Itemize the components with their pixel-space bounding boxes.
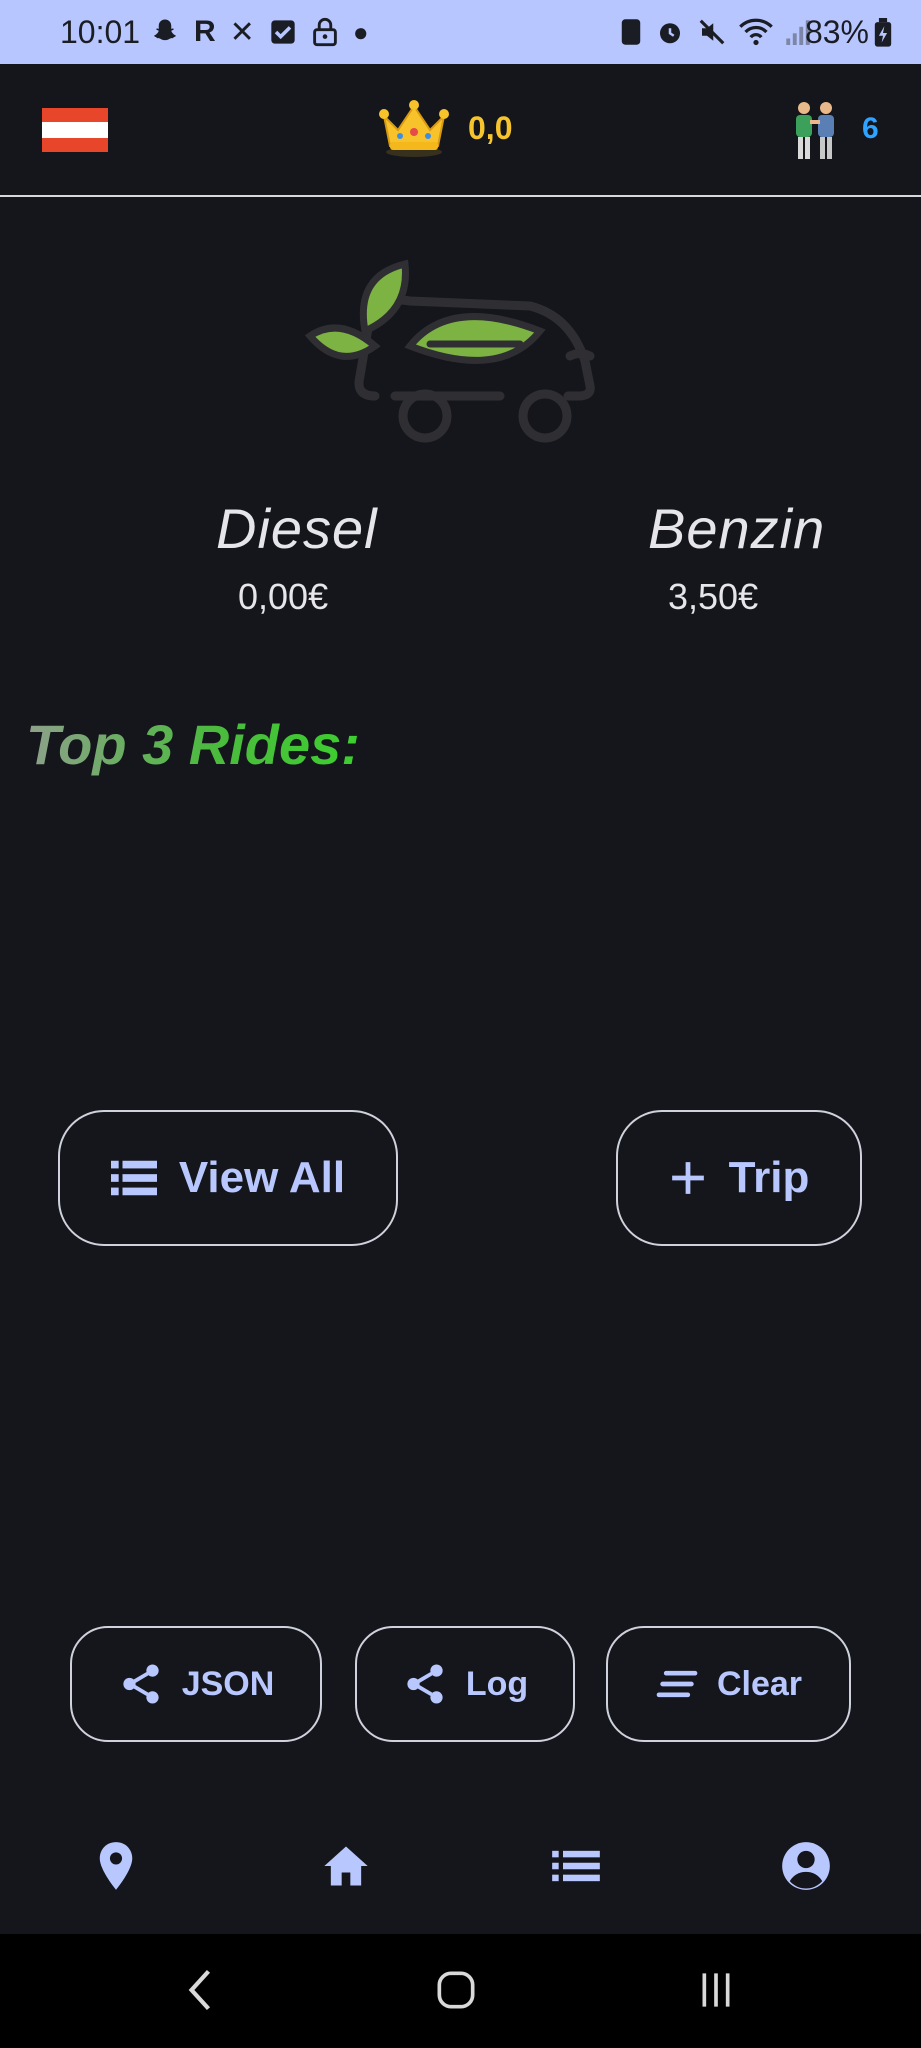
clear-button[interactable]: Clear xyxy=(606,1626,851,1742)
user-count: 6 xyxy=(862,112,879,145)
top-rides-heading: Top 3 Rides: xyxy=(26,713,360,776)
battery: 83% xyxy=(805,14,893,51)
home-icon[interactable] xyxy=(320,1840,372,1892)
home-button-icon[interactable] xyxy=(436,1970,476,2010)
share-icon xyxy=(407,1664,443,1704)
share-icon xyxy=(123,1664,159,1704)
list-icon xyxy=(110,1160,157,1196)
header-divider xyxy=(0,195,921,197)
json-label: JSON xyxy=(181,1664,275,1703)
r-app-icon: R xyxy=(194,15,216,48)
two-people-icon xyxy=(796,102,834,159)
status-time: 10:01 xyxy=(60,14,141,50)
status-bar: 10:01 R ✕ ● 83% xyxy=(0,0,921,64)
add-trip-button[interactable]: Trip xyxy=(616,1110,862,1246)
recent-apps-icon[interactable] xyxy=(696,1970,736,2010)
notification-icons: R ✕ ● xyxy=(150,15,369,49)
checkbox-icon xyxy=(271,20,295,44)
share-json-button[interactable]: JSON xyxy=(70,1626,322,1742)
snapchat-icon xyxy=(154,19,176,41)
battery-charging-icon xyxy=(874,17,892,47)
alarm-icon xyxy=(660,23,680,44)
nfc-icon xyxy=(621,19,641,45)
mute-icon xyxy=(699,19,725,45)
clear-all-icon xyxy=(656,1670,698,1698)
view-all-button[interactable]: View All xyxy=(58,1110,398,1246)
back-icon[interactable] xyxy=(186,1968,214,2012)
clear-label: Clear xyxy=(716,1664,803,1703)
system-navigation-bar xyxy=(0,1934,921,2048)
diesel-label: Diesel xyxy=(216,497,378,560)
account-circle-icon[interactable] xyxy=(780,1840,832,1892)
view-all-label: View All xyxy=(178,1153,346,1202)
benzin-label: Benzin xyxy=(648,497,826,560)
log-label: Log xyxy=(465,1664,529,1703)
battery-level: 83% xyxy=(804,14,869,50)
system-icons xyxy=(619,16,811,48)
x-app-icon: ✕ xyxy=(229,15,255,49)
lock-icon xyxy=(312,17,337,47)
eco-car-leaf-icon xyxy=(304,259,595,443)
add-trip-label: Trip xyxy=(728,1153,810,1202)
benzin-price: 3,50€ xyxy=(668,576,759,617)
austria-flag-icon[interactable] xyxy=(42,108,108,152)
wifi-icon xyxy=(739,18,773,46)
plus-icon xyxy=(671,1162,704,1194)
share-log-button[interactable]: Log xyxy=(355,1626,575,1742)
score-value: 0,0 xyxy=(468,110,513,146)
list-icon[interactable] xyxy=(550,1840,602,1892)
diesel-price: 0,00€ xyxy=(238,576,329,617)
location-pin-icon[interactable] xyxy=(90,1840,142,1892)
app-header xyxy=(0,64,921,196)
crown-icon xyxy=(379,100,449,157)
dot-icon: ● xyxy=(352,16,369,47)
